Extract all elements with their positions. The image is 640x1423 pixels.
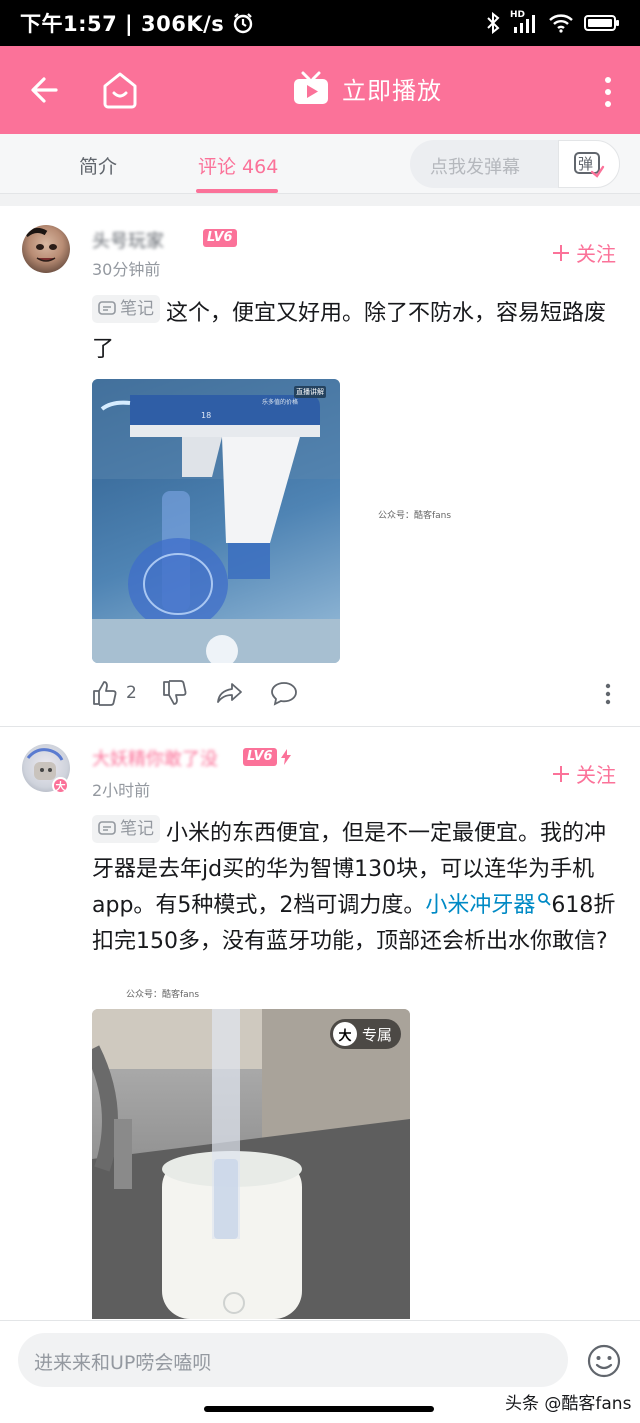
follow-label: 关注 — [576, 763, 616, 787]
image-badge: 乐多值的价格 — [262, 399, 299, 406]
follow-button[interactable]: 关注 — [552, 238, 616, 267]
danmaku-input[interactable]: 点我发弹幕 弹 — [410, 140, 620, 188]
network-speed: 306K/s — [141, 12, 225, 36]
text-watermark: 公众号：酷客fans — [126, 990, 200, 1000]
comment-input-placeholder: 进来来和UP唠会嗑呗 — [34, 1352, 212, 1374]
play-now-button[interactable]: 立即播放 — [292, 70, 442, 106]
exclusive-badge-icon: 大 — [333, 1022, 357, 1046]
tv-play-icon — [294, 71, 328, 104]
source-credit: 头条 @酷客fans — [505, 1394, 632, 1414]
comment-divider — [0, 726, 640, 727]
alarm-icon — [234, 13, 253, 34]
note-tag-label: 笔记 — [120, 819, 154, 839]
comment-image[interactable]: 大 专属 — [92, 1009, 410, 1319]
exclusive-badge: 大 专属 — [330, 1019, 402, 1049]
lightning-icon — [281, 749, 291, 765]
follow-button[interactable]: 关注 — [552, 759, 616, 788]
comment-input[interactable]: 进来来和UP唠会嗑呗 — [18, 1333, 568, 1387]
comment-username[interactable]: 大妖精你敢了没 — [92, 745, 218, 771]
note-icon — [98, 301, 116, 315]
thumbs-up-icon — [93, 681, 117, 706]
vip-badge: 大 — [52, 777, 69, 794]
status-bar: 下午1:57 | 306K/s HD — [0, 0, 640, 46]
avatar[interactable] — [22, 225, 70, 273]
tab-comments[interactable]: 评论 464 — [198, 152, 278, 179]
exclusive-badge-label: 专属 — [362, 1025, 393, 1044]
bluetooth-icon — [487, 12, 500, 34]
danmaku-toggle-button[interactable]: 弹 — [558, 140, 620, 188]
comment-username[interactable]: 头号玩家 — [92, 227, 164, 253]
section-separator — [0, 194, 640, 206]
comment-more-icon[interactable] — [604, 682, 612, 706]
video-header: 立即播放 — [0, 46, 640, 134]
clock: 下午1:57 — [20, 12, 118, 36]
comment-image[interactable]: 18 直播讲解 乐多值的价格 — [92, 379, 340, 663]
image-watermark: 公众号：酷客fans — [378, 511, 452, 521]
comment-time: 2小时前 — [92, 781, 151, 800]
status-icons: HD — [486, 10, 620, 34]
back-arrow-icon[interactable] — [26, 70, 66, 110]
status-time: 下午1:57 | 306K/s — [20, 12, 225, 36]
danmaku-button-label: 弹 — [578, 155, 594, 173]
share-icon — [217, 683, 242, 703]
thumbs-down-icon — [163, 680, 187, 705]
like-count: 2 — [126, 683, 137, 703]
plus-icon — [553, 765, 569, 782]
level-badge: LV6 — [203, 229, 237, 247]
tab-intro[interactable]: 简介 — [79, 152, 117, 179]
comment-text: 笔记 这个，便宜又好用。除了不防水，容易短路废了 — [92, 295, 617, 368]
comment-bubble-icon — [271, 682, 297, 706]
home-icon[interactable] — [100, 68, 140, 112]
note-icon — [98, 821, 116, 835]
note-tag[interactable]: 笔记 — [92, 295, 160, 323]
level-badge: LV6 — [243, 748, 277, 766]
danmaku-placeholder: 点我发弹幕 — [430, 157, 520, 178]
like-button[interactable]: 2 — [92, 680, 137, 706]
wifi-icon — [549, 14, 573, 33]
play-now-label: 立即播放 — [342, 76, 442, 105]
vip-badge-label: 大 — [55, 782, 66, 793]
more-menu-icon[interactable] — [598, 72, 618, 112]
emoji-icon[interactable] — [586, 1343, 622, 1379]
comment-text-content: 这个，便宜又好用。除了不防水，容易短路废了 — [92, 301, 607, 362]
dislike-button[interactable] — [162, 680, 188, 706]
active-tab-indicator — [196, 189, 278, 193]
share-button[interactable] — [216, 680, 244, 706]
comment-time: 30分钟前 — [92, 260, 161, 279]
plus-icon — [553, 244, 569, 261]
reply-button[interactable] — [270, 680, 298, 706]
image-text: 18 — [201, 411, 212, 420]
note-tag[interactable]: 笔记 — [92, 815, 160, 843]
search-link-label: 小米冲牙器 — [425, 893, 536, 918]
note-tag-label: 笔记 — [120, 299, 154, 319]
comment-text: 笔记 小米的东西便宜，但是不一定最便宜。我的冲牙器是去年jd买的华为智博130块… — [92, 815, 617, 960]
home-indicator[interactable] — [204, 1406, 434, 1412]
search-link[interactable]: 小米冲牙器 — [425, 893, 552, 918]
follow-label: 关注 — [576, 242, 616, 266]
battery-icon — [584, 15, 619, 31]
image-badge: 直播讲解 — [294, 386, 326, 398]
signal-icon: HD — [510, 10, 538, 34]
comment-actions: 2 — [92, 680, 632, 710]
search-icon — [538, 893, 552, 906]
